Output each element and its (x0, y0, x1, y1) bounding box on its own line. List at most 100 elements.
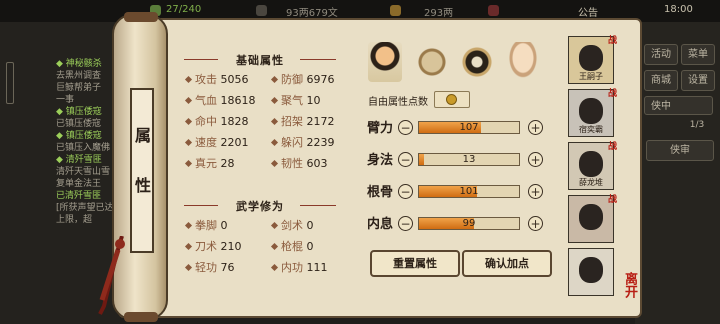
quest-line[interactable]: ◆ 镇压倭寇 (56, 130, 102, 142)
increase-button[interactable]: + (528, 120, 543, 135)
portrait-avatar (579, 151, 603, 177)
stat-label: 防御 (281, 73, 303, 86)
stat-bullet-icon (184, 96, 193, 105)
decrease-button[interactable]: − (398, 120, 413, 135)
menu-button[interactable]: 菜单 (681, 44, 715, 65)
basic-stat: 攻击 5056 (184, 71, 249, 87)
stat-label: 速度 (195, 136, 217, 149)
attr-progress-bar: 99 (418, 217, 520, 230)
leave-button[interactable]: 离开 (620, 272, 639, 298)
party-member-card[interactable] (568, 248, 614, 296)
attr-label: 内息 (367, 217, 394, 232)
stat-label: 真元 (195, 157, 217, 170)
attr-value: 107 (459, 122, 479, 133)
quest-line[interactable]: 复单金法王 (56, 178, 101, 190)
quest-line[interactable]: 一事 (56, 94, 74, 106)
attr-label: 根骨 (367, 185, 394, 200)
stat-bullet-icon (270, 138, 279, 147)
increase-button[interactable]: + (528, 152, 543, 167)
recharge-icon[interactable] (488, 5, 499, 16)
quest-line[interactable]: 巨鲸帮弟子 (56, 82, 101, 94)
coin-icon (446, 94, 457, 105)
stat-bullet-icon (184, 75, 193, 84)
stat-value: 5056 (220, 73, 249, 86)
party-tab-label[interactable]: 侠中 (644, 96, 713, 115)
quest-line[interactable]: 上限，超 (56, 214, 92, 226)
stat-label: 聚气 (281, 94, 303, 107)
shop-button[interactable]: 商城 (644, 70, 678, 91)
section-divider-left (184, 59, 218, 60)
quest-line[interactable]: 已镇压入魔佛 (56, 142, 110, 154)
battle-tag: 战 (607, 142, 617, 152)
basic-stat: 躲闪 2239 (270, 134, 335, 150)
increase-button[interactable]: + (528, 216, 543, 231)
attr-value: 101 (459, 186, 479, 197)
body-meridian-icon[interactable] (506, 42, 540, 82)
activity-button[interactable]: 活动 (644, 44, 678, 65)
basic-stat: 聚气 10 (270, 92, 321, 108)
stat-bullet-icon (270, 159, 279, 168)
battle-tag: 战 (607, 89, 617, 99)
stat-label: 韧性 (281, 157, 303, 170)
ingot-icon (390, 5, 401, 16)
increase-button[interactable]: + (528, 184, 543, 199)
scroll-title-label: 属 性 (130, 88, 154, 253)
stat-bullet-icon (270, 75, 279, 84)
scroll-title-char-1: 属 (134, 126, 151, 145)
party-member-card[interactable]: 战王嗣子 (568, 36, 617, 84)
stat-bullet-icon (184, 263, 193, 272)
stat-label: 躲闪 (281, 136, 303, 149)
decrease-button[interactable]: − (398, 184, 413, 199)
stat-label: 内功 (281, 261, 303, 274)
party-member-card[interactable]: 战薛龙堆 (568, 142, 617, 190)
notice-button[interactable]: 公告 (578, 4, 598, 19)
hero-portrait-icon[interactable] (368, 42, 402, 82)
free-points-box (434, 91, 470, 108)
review-button[interactable]: 侠审 (646, 140, 714, 161)
quest-line[interactable]: 已清歼雪匪 (56, 190, 101, 202)
basic-stat: 真元 28 (184, 155, 235, 171)
party-member-card[interactable]: 战宿奕霸 (568, 89, 617, 137)
stat-label: 轻功 (195, 261, 217, 274)
roller-cap-bottom (124, 312, 158, 322)
martial-stat: 内功 111 (270, 259, 328, 275)
quest-line[interactable]: 已镇压倭寇 (56, 118, 101, 130)
portrait-avatar (579, 45, 603, 71)
stat-label: 命中 (195, 115, 217, 128)
attr-progress-bar: 13 (418, 153, 520, 166)
attr-value: 99 (462, 218, 476, 229)
reset-attributes-button[interactable]: 重置属性 (370, 250, 460, 277)
basic-stat: 速度 2201 (184, 134, 249, 150)
portrait-avatar (579, 204, 603, 230)
battle-tag: 战 (607, 36, 617, 46)
confirm-allocation-button[interactable]: 确认加点 (462, 250, 552, 277)
stat-bullet-icon (184, 117, 193, 126)
quest-line[interactable]: ◆ 神秘骸杀 (56, 58, 102, 70)
quest-line[interactable]: 去黑州调查 (56, 70, 101, 82)
martial-stat: 刀术 210 (184, 238, 242, 254)
basic-stat: 命中 1828 (184, 113, 249, 129)
decrease-button[interactable]: − (398, 216, 413, 231)
quest-line[interactable]: ◆ 清歼雪匪 (56, 154, 102, 166)
quest-line[interactable]: ◆ 镇压倭寇 (56, 106, 102, 118)
party-member-card[interactable]: 战 (568, 195, 617, 243)
stat-value: 76 (220, 261, 235, 274)
stat-label: 剑术 (281, 219, 303, 232)
martial-stat: 剑术 0 (270, 217, 314, 233)
quest-line[interactable]: [所获声望已达 (56, 202, 114, 214)
right-menu-panel (635, 22, 720, 324)
stat-value: 18618 (220, 94, 256, 107)
panel-toggle-handle[interactable] (6, 62, 14, 104)
equipment-pack-icon[interactable] (415, 42, 449, 82)
member-name: 宿奕霸 (579, 125, 603, 134)
stat-bullet-icon (184, 138, 193, 147)
stat-bullet-icon (270, 221, 279, 230)
section-divider-right (300, 59, 336, 60)
settings-button[interactable]: 设置 (681, 70, 715, 91)
stat-label: 刀术 (195, 240, 217, 253)
stat-value: 603 (306, 157, 328, 170)
decrease-button[interactable]: − (398, 152, 413, 167)
quest-line[interactable]: 清歼天雪山雪 (56, 166, 110, 178)
yin-yang-icon[interactable] (460, 42, 494, 82)
member-name: 王嗣子 (579, 72, 603, 81)
